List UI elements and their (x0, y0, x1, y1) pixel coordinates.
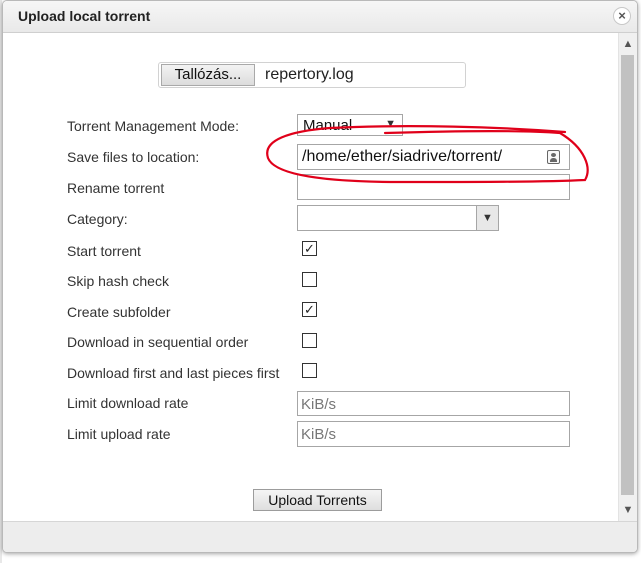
management-mode-select[interactable]: Manual ▼ (297, 114, 403, 136)
limit-download-placeholder: KiB/s (301, 396, 337, 413)
skip-hash-label: Skip hash check (67, 273, 169, 289)
dialog-titlebar[interactable]: Upload local torrent × (3, 1, 637, 33)
scroll-down-icon[interactable]: ▼ (619, 501, 637, 519)
sequential-label: Download in sequential order (67, 334, 249, 350)
save-location-input[interactable]: /home/ether/siadrive/torrent/ (297, 144, 570, 170)
scroll-thumb[interactable] (621, 55, 634, 495)
dialog-content: Tallózás... repertory.log Torrent Manage… (3, 33, 619, 521)
upload-torrent-dialog: Upload local torrent × Tallózás... reper… (2, 0, 638, 553)
start-torrent-label: Start torrent (67, 243, 141, 259)
limit-download-label: Limit download rate (67, 395, 189, 411)
limit-upload-label: Limit upload rate (67, 426, 171, 442)
skip-hash-checkbox[interactable] (302, 272, 317, 287)
management-mode-label: Torrent Management Mode: (67, 118, 239, 134)
create-subfolder-label: Create subfolder (67, 304, 171, 320)
chevron-down-icon[interactable]: ▼ (476, 206, 498, 230)
file-picker[interactable]: Tallózás... repertory.log (158, 62, 466, 88)
scroll-up-icon[interactable]: ▲ (619, 35, 637, 53)
vertical-scrollbar[interactable]: ▲ ▼ (618, 33, 637, 521)
rename-label: Rename torrent (67, 180, 165, 196)
sequential-checkbox[interactable] (302, 333, 317, 348)
create-subfolder-checkbox[interactable]: ✓ (302, 302, 317, 317)
save-location-label: Save files to location: (67, 149, 200, 165)
dialog-footer (3, 521, 637, 552)
selected-file-name: repertory.log (265, 66, 354, 83)
limit-upload-placeholder: KiB/s (301, 426, 337, 443)
contact-card-icon-body (550, 158, 557, 162)
save-location-value: /home/ether/siadrive/torrent/ (302, 148, 503, 165)
dialog-title: Upload local torrent (18, 8, 151, 24)
management-mode-value: Manual (303, 117, 353, 134)
first-last-label: Download first and last pieces first (67, 365, 280, 381)
category-label: Category: (67, 211, 128, 227)
limit-upload-input[interactable]: KiB/s (297, 421, 570, 447)
contact-card-icon[interactable] (547, 150, 560, 164)
chevron-down-icon: ▼ (385, 118, 396, 130)
contact-card-icon-head (551, 153, 556, 157)
category-select[interactable]: ▼ (297, 205, 499, 231)
close-icon[interactable]: × (613, 7, 631, 25)
start-torrent-checkbox[interactable]: ✓ (302, 241, 317, 256)
limit-download-input[interactable]: KiB/s (297, 391, 570, 416)
upload-torrents-button[interactable]: Upload Torrents (253, 489, 382, 511)
browse-button[interactable]: Tallózás... (161, 64, 255, 86)
rename-input[interactable] (297, 174, 570, 200)
first-last-checkbox[interactable] (302, 363, 317, 378)
